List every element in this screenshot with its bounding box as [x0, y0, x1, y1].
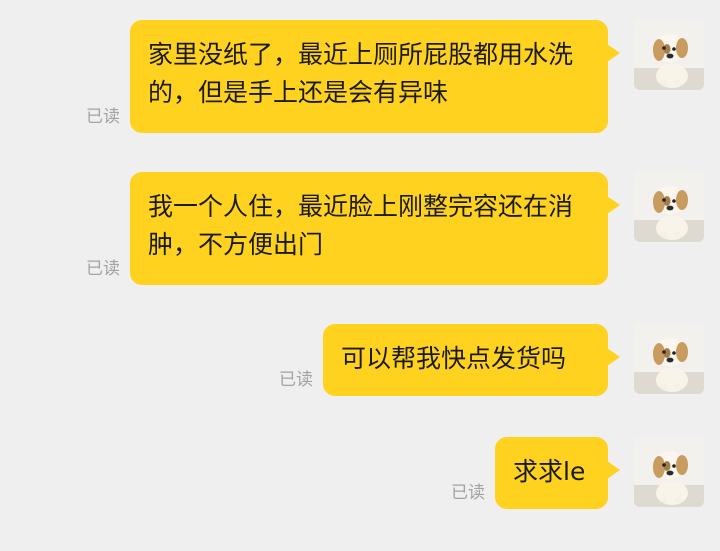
- message-bubble-wrap: 已读 求求le: [451, 437, 608, 509]
- message-row: 已读 求求le: [451, 437, 704, 509]
- read-status: 已读: [86, 259, 120, 279]
- message-row: 已读 家里没纸了，最近上厕所屁股都用水洗的，但是手上还是会有异味: [86, 20, 704, 133]
- puppy-avatar-icon: [634, 172, 704, 242]
- message-bubble[interactable]: 求求le: [495, 437, 608, 509]
- puppy-avatar-icon: [634, 437, 704, 507]
- message-bubble[interactable]: 家里没纸了，最近上厕所屁股都用水洗的，但是手上还是会有异味: [130, 20, 608, 133]
- message-bubble[interactable]: 可以帮我快点发货吗: [323, 324, 608, 396]
- avatar[interactable]: [634, 324, 704, 394]
- message-bubble[interactable]: 我一个人住，最近脸上刚整完容还在消肿，不方便出门: [130, 172, 608, 285]
- message-bubble-wrap: 已读 我一个人住，最近脸上刚整完容还在消肿，不方便出门: [86, 172, 608, 285]
- read-status: 已读: [279, 370, 313, 390]
- message-row: 已读 我一个人住，最近脸上刚整完容还在消肿，不方便出门: [86, 172, 704, 285]
- message-bubble-wrap: 已读 家里没纸了，最近上厕所屁股都用水洗的，但是手上还是会有异味: [86, 20, 608, 133]
- puppy-avatar-icon: [634, 20, 704, 90]
- message-row: 已读 可以帮我快点发货吗: [279, 324, 704, 396]
- read-status: 已读: [86, 107, 120, 127]
- avatar[interactable]: [634, 172, 704, 242]
- read-status: 已读: [451, 483, 485, 503]
- avatar[interactable]: [634, 437, 704, 507]
- puppy-avatar-icon: [634, 324, 704, 394]
- message-bubble-wrap: 已读 可以帮我快点发货吗: [279, 324, 608, 396]
- avatar[interactable]: [634, 20, 704, 90]
